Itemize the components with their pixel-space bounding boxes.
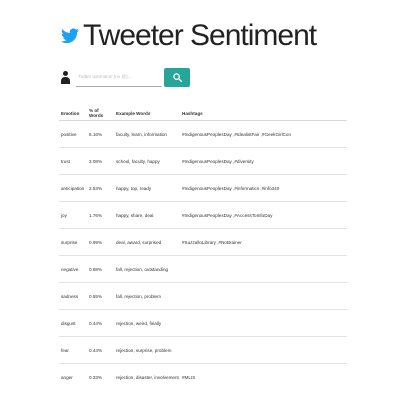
percent-cell: 1.76% xyxy=(87,201,114,229)
twitter-bird-icon xyxy=(61,28,79,44)
percent-cell: 0.33% xyxy=(89,374,103,380)
hashtags-cell xyxy=(180,255,347,283)
table-row: joy 1.76% happy, share, deal #Indigenous… xyxy=(59,201,347,229)
emotion-cell: surprise xyxy=(59,228,87,256)
search-bar xyxy=(61,66,190,88)
example-words-cell: rejection, surprise, problem xyxy=(114,336,180,364)
table-row: fear 0.44% rejection, surprise, problem xyxy=(59,336,347,364)
search-button[interactable] xyxy=(164,67,190,87)
hashtags-cell: #IndigenousPeoplesDay ,#informatics ,#in… xyxy=(180,174,347,202)
percent-cell: 0.44% xyxy=(87,336,114,364)
page-title: Tweeter Sentiment xyxy=(83,19,317,52)
page-header: Tweeter Sentiment xyxy=(61,18,317,54)
person-icon-body xyxy=(61,76,70,84)
column-header-emotion: Emotion xyxy=(59,106,87,121)
hashtags-cell: #IndigenousPeoplesDay ,#IdealistFair ,#G… xyxy=(180,120,347,148)
hashtags-cell: #IndigenousPeoplesDay ,#diversity xyxy=(180,147,347,175)
hashtags-cell xyxy=(180,282,347,310)
column-header-hashtags: Hashtags xyxy=(180,106,347,121)
example-words-cell: rejection, weird, finally xyxy=(114,309,180,337)
example-words-cell: fall, rejection, problem xyxy=(114,282,180,310)
emotion-cell: sadness xyxy=(59,282,87,310)
person-icon-head xyxy=(63,70,68,76)
column-header-example-words: Example Words xyxy=(114,106,180,121)
table-row: negative 0.88% fall, rejection, outstand… xyxy=(59,255,347,283)
table-header-row: Emotion % of Words Example Words Hashtag… xyxy=(59,106,347,121)
emotion-cell: anticipation xyxy=(59,174,87,202)
percent-cell: 6.16% xyxy=(87,120,114,148)
example-words-cell: rejection, disaster, involvement xyxy=(116,374,179,380)
table-row: sadness 0.55% fall, rejection, problem xyxy=(59,282,347,310)
hashtags-cell: #MLIS xyxy=(182,374,196,380)
table-row: anticipation 2.53% happy, top, ready #In… xyxy=(59,174,347,202)
hashtags-cell: #IndigenousPeoplesDay ,#AccessToInfoDay xyxy=(180,201,347,229)
example-words-cell: fall, rejection, outstanding xyxy=(114,255,180,283)
example-words-cell: faculty, learn, information xyxy=(114,120,180,148)
example-words-cell: deal, award, surprised xyxy=(114,228,180,256)
example-words-cell: happy, top, ready xyxy=(114,174,180,202)
hashtags-cell: #SuzzalloLibrary ,#NoBrainer xyxy=(180,228,347,256)
emotion-cell: positive xyxy=(59,120,87,148)
table-row: positive 6.16% faculty, learn, informati… xyxy=(59,120,347,148)
percent-cell: 3.08% xyxy=(87,147,114,175)
emotion-cell: trust xyxy=(59,147,87,175)
emotion-cell: negative xyxy=(59,255,87,283)
table-row: anger 0.33% rejection, disaster, involve… xyxy=(59,364,347,391)
percent-cell: 2.53% xyxy=(87,174,114,202)
percent-cell: 0.99% xyxy=(87,228,114,256)
emotion-cell: joy xyxy=(59,201,87,229)
example-words-cell: happy, share, deal xyxy=(114,201,180,229)
twitter-bird-graphic xyxy=(61,28,79,44)
hashtags-cell xyxy=(180,309,347,337)
sentiment-table: Emotion % of Words Example Words Hashtag… xyxy=(59,106,347,390)
table-row: surprise 0.99% deal, award, surprised #S… xyxy=(59,228,347,256)
person-icon xyxy=(61,70,70,84)
username-input[interactable] xyxy=(76,67,162,87)
search-icon xyxy=(172,72,182,82)
percent-cell: 0.44% xyxy=(87,309,114,337)
column-header-percent: % of Words xyxy=(87,106,114,121)
emotion-cell: anger xyxy=(61,374,73,380)
percent-cell: 0.88% xyxy=(87,255,114,283)
percent-cell: 0.55% xyxy=(87,282,114,310)
emotion-cell: fear xyxy=(59,336,87,364)
hashtags-cell xyxy=(180,336,347,364)
table-row: trust 3.08% school, faculty, happy #Indi… xyxy=(59,147,347,175)
emotion-cell: disgust xyxy=(59,309,87,337)
example-words-cell: school, faculty, happy xyxy=(114,147,180,175)
table-row: disgust 0.44% rejection, weird, finally xyxy=(59,309,347,337)
